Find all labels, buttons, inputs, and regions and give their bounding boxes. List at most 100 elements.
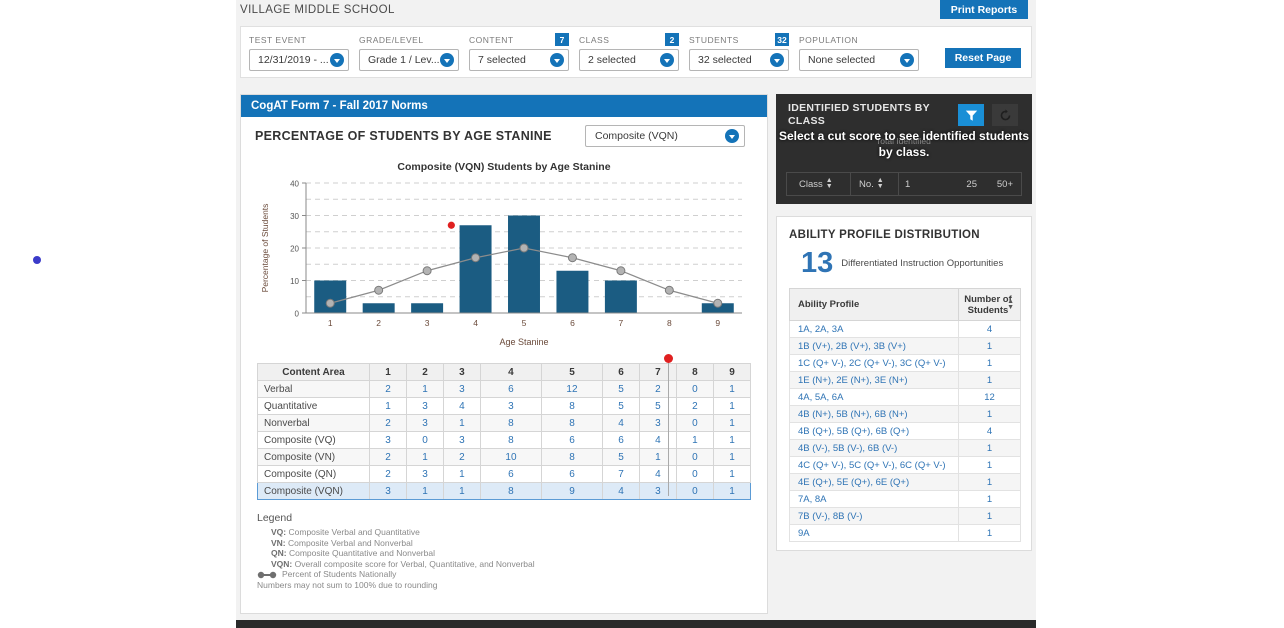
print-reports-button[interactable]: Print Reports	[940, 0, 1028, 19]
cell-value: 0	[676, 466, 713, 483]
table-row[interactable]: Verbal2136125201	[258, 381, 751, 398]
chart-bar[interactable]	[508, 216, 540, 314]
national-percent-point[interactable]	[326, 299, 334, 307]
filter-select[interactable]: 32 selected	[689, 49, 789, 71]
filter-button[interactable]	[958, 104, 984, 126]
table-row[interactable]: 1E (N+), 2E (N+), 3E (N+)1	[790, 372, 1021, 389]
x-axis-tick: 6	[570, 318, 575, 328]
national-percent-point[interactable]	[665, 286, 673, 294]
table-row[interactable]: 7B (V-), 8B (V-)1	[790, 508, 1021, 525]
ability-profile-student-count: 1	[959, 440, 1021, 457]
refresh-button[interactable]	[992, 104, 1018, 126]
table-row[interactable]: 1C (Q+ V-), 2C (Q+ V-), 3C (Q+ V-)1	[790, 355, 1021, 372]
cell-value: 1	[639, 449, 676, 466]
filter-select[interactable]: 7 selected	[469, 49, 569, 71]
filter-select[interactable]: 12/31/2019 - ...	[249, 49, 349, 71]
table-row[interactable]: 7A, 8A1	[790, 491, 1021, 508]
filter-select[interactable]: Grade 1 / Lev...	[359, 49, 459, 71]
chart-bar[interactable]	[363, 303, 395, 313]
column-header[interactable]: 4	[480, 364, 541, 381]
column-header-1[interactable]: 1	[899, 173, 937, 195]
ability-profile-name: 4A, 5A, 6A	[790, 389, 959, 406]
filter-select[interactable]: 2 selected	[579, 49, 679, 71]
chart-bar[interactable]	[556, 271, 588, 313]
table-row[interactable]: Composite (VQN)311894301	[258, 483, 751, 500]
column-header[interactable]: 2	[406, 364, 443, 381]
y-axis-tick: 40	[290, 180, 299, 189]
column-header[interactable]: 7	[639, 364, 676, 381]
ability-profile-student-count: 12	[959, 389, 1021, 406]
cell-value: 5	[602, 398, 639, 415]
cell-value: 3	[370, 432, 407, 449]
page-bottom-bar	[236, 620, 1036, 628]
table-row[interactable]: 9A1	[790, 525, 1021, 542]
table-header: Content Area123456789	[258, 364, 751, 381]
y-axis-tick: 0	[295, 310, 300, 319]
ability-profile-student-count: 4	[959, 321, 1021, 338]
table-row[interactable]: Composite (QN)231667401	[258, 466, 751, 483]
content-area-select[interactable]: Composite (VQN)	[585, 125, 745, 147]
table-row[interactable]: 4C (Q+ V-), 5C (Q+ V-), 6C (Q+ V-)1	[790, 457, 1021, 474]
table-row[interactable]: 4E (Q+), 5E (Q+), 6E (Q+)1	[790, 474, 1021, 491]
table-row[interactable]: Composite (VN)2121085101	[258, 449, 751, 466]
column-header[interactable]: 9	[713, 364, 750, 381]
table-row[interactable]: 1B (V+), 2B (V+), 3B (V+)1	[790, 338, 1021, 355]
cell-value: 8	[541, 449, 602, 466]
table-row[interactable]: Quantitative134385521	[258, 398, 751, 415]
cut-score-marker[interactable]	[448, 222, 455, 229]
chart-bar[interactable]	[314, 281, 346, 314]
legend-national-line: Percent of Students Nationally	[257, 569, 767, 580]
table-row[interactable]: 1A, 2A, 3A4	[790, 321, 1021, 338]
filter-count-badge: 2	[665, 33, 679, 46]
national-percent-point[interactable]	[520, 244, 528, 252]
table-row[interactable]: 4B (N+), 5B (N+), 6B (N+)1	[790, 406, 1021, 423]
column-header-class[interactable]: Class▲▼	[787, 173, 851, 195]
column-header[interactable]: 8	[676, 364, 713, 381]
filter-count-badge: 7	[555, 33, 569, 46]
table-row[interactable]: Composite (VQ)303866411	[258, 432, 751, 449]
cell-value: 6	[480, 466, 541, 483]
table-row[interactable]: 4A, 5A, 6A12	[790, 389, 1021, 406]
cell-value: 1	[443, 483, 480, 500]
reset-page-button[interactable]: Reset Page	[945, 48, 1021, 68]
column-header-number-of-students[interactable]: Number of Students ▲▼	[959, 289, 1021, 321]
national-percent-point[interactable]	[568, 254, 576, 262]
school-name: VILLAGE MIDDLE SCHOOL	[240, 4, 395, 16]
column-header[interactable]: 6	[602, 364, 639, 381]
column-header[interactable]: Content Area	[258, 364, 370, 381]
chart-bar[interactable]	[411, 303, 443, 313]
column-header[interactable]: 5	[541, 364, 602, 381]
chart-bar[interactable]	[460, 225, 492, 313]
national-percent-point[interactable]	[375, 286, 383, 294]
national-percent-point[interactable]	[472, 254, 480, 262]
legend-item: VQN: Overall composite score for Verbal,…	[257, 559, 767, 570]
legend-footnote: Numbers may not sum to 100% due to round…	[257, 580, 767, 591]
table-row[interactable]: 4B (V-), 5B (V-), 6B (V-)1	[790, 440, 1021, 457]
table-row[interactable]: Nonverbal231884301	[258, 415, 751, 432]
column-header-no-label: No.	[859, 179, 874, 190]
legend-item: QN: Composite Quantitative and Nonverbal	[257, 548, 767, 559]
cell-value: 5	[639, 398, 676, 415]
cell-value: 3	[370, 483, 407, 500]
column-header-no[interactable]: No.▲▼	[851, 173, 899, 195]
national-percent-point[interactable]	[423, 267, 431, 275]
content-area-name: Composite (VQN)	[258, 483, 370, 500]
legend: Legend VQ: Composite Verbal and Quantita…	[257, 512, 767, 590]
national-line-symbol-icon	[257, 571, 277, 579]
filter-select[interactable]: None selected	[799, 49, 919, 71]
cell-value: 1	[443, 415, 480, 432]
cell-value: 1	[443, 466, 480, 483]
column-header[interactable]: 1	[370, 364, 407, 381]
y-axis-label: Percentage of Students	[260, 204, 270, 293]
national-percent-point[interactable]	[617, 267, 625, 275]
table-row[interactable]: 4B (Q+), 5B (Q+), 6B (Q+)4	[790, 423, 1021, 440]
column-header-ability-profile[interactable]: Ability Profile	[790, 289, 959, 321]
cut-score-marker[interactable]	[668, 358, 669, 496]
national-percent-point[interactable]	[714, 299, 722, 307]
column-header[interactable]: 3	[443, 364, 480, 381]
chart-bar[interactable]	[605, 281, 637, 314]
column-header-25[interactable]: 25	[937, 173, 977, 195]
cell-value: 8	[541, 398, 602, 415]
column-header-50plus[interactable]: 50+	[977, 173, 1021, 195]
cell-value: 4	[639, 466, 676, 483]
